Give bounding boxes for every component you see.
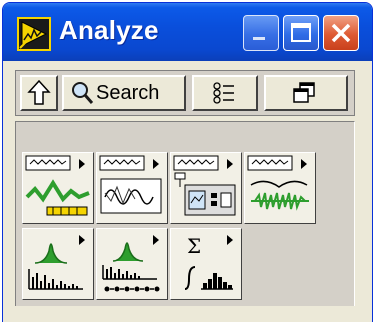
search-label: Search [96,82,160,104]
svg-text:Σ: Σ [187,234,201,258]
title-bar[interactable]: Analyze [3,3,372,61]
restore-palette-icon [293,82,315,103]
functions-palette: Σ [15,121,355,319]
search-icon [72,82,94,104]
close-icon [331,23,351,43]
restore-palette-button[interactable] [264,75,348,111]
close-button[interactable] [323,15,359,51]
labview-palette-icon[interactable] [17,17,51,51]
minimize-button[interactable] [243,15,279,51]
point-by-point-icon[interactable] [96,228,168,300]
waveform-conditioning-icon[interactable] [244,152,316,224]
palette-bottom-edge [3,306,372,322]
minimize-icon [253,37,265,40]
analyze-palette-window: Analyze Search Σ [2,2,373,322]
maximize-button[interactable] [283,15,319,51]
palette-toolbar: Search [15,70,355,116]
up-arrow-icon [27,79,51,105]
view-options-button[interactable] [192,75,258,111]
maximize-icon [291,23,311,42]
view-options-icon [213,82,234,104]
signal-processing-icon[interactable] [22,228,94,300]
waveform-measurements-icon[interactable] [22,152,94,224]
waveform-generation-icon[interactable] [96,152,168,224]
palette-icon-grid: Σ [22,152,322,304]
window-title: Analyze [59,15,159,45]
up-button[interactable] [20,75,58,111]
search-button[interactable]: Search [62,75,186,111]
mathematics-icon[interactable]: Σ [170,228,242,300]
waveform-monitoring-icon[interactable] [170,152,242,224]
